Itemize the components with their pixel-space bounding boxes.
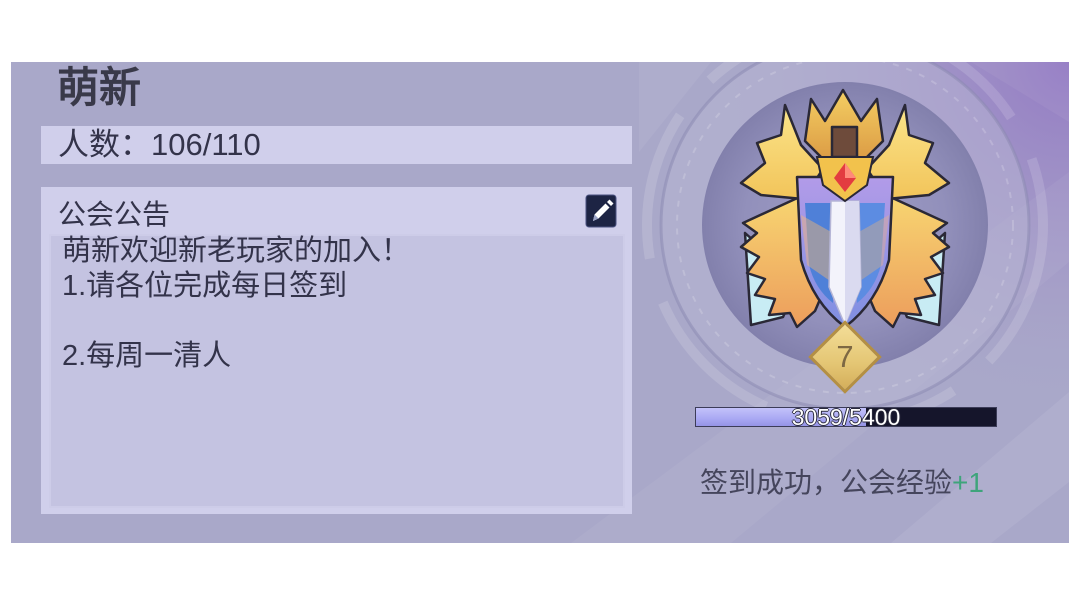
announcement-line xyxy=(62,304,410,339)
announcement-box: 公会公告 萌新欢迎新老玩家的加入！ 1.请各位完成每日签到 2.每周一清人 xyxy=(41,187,632,514)
member-count-bar: 人数：106/110 xyxy=(41,126,632,164)
crown-block xyxy=(830,125,859,159)
pencil-icon xyxy=(585,194,617,228)
announcement-line: 1.请各位完成每日签到 xyxy=(62,270,348,302)
announcement-lines: 萌新欢迎新老玩家的加入！ 1.请各位完成每日签到 2.每周一清人 xyxy=(62,234,410,374)
member-count-label: 人数： xyxy=(58,127,151,162)
member-count-value: 106/110 xyxy=(151,127,261,162)
checkin-reward: +1 xyxy=(952,467,984,498)
guild-name: 萌新 xyxy=(57,64,142,111)
guild-level-value: 7 xyxy=(836,339,854,374)
guild-info-panel: 萌新 人数：106/110 公会公告 萌新欢迎新老玩家的加入！ 1.请各位完成每… xyxy=(11,62,1069,543)
announcement-line: 2.每周一清人 xyxy=(62,340,232,372)
guild-exp-bar: 3059/5400 xyxy=(695,404,997,430)
announcement-line: 萌新欢迎新老玩家的加入！ xyxy=(62,235,411,267)
checkin-text: 签到成功，公会经验 xyxy=(700,467,953,498)
guild-emblem-icon xyxy=(739,88,951,329)
guild-info-screen: 萌新 人数：106/110 公会公告 萌新欢迎新老玩家的加入！ 1.请各位完成每… xyxy=(0,0,1080,606)
member-count: 人数：106/110 xyxy=(58,126,261,164)
announcement-title: 公会公告 xyxy=(58,199,171,230)
announcement-content: 萌新欢迎新老玩家的加入！ 1.请各位完成每日签到 2.每周一清人 xyxy=(49,234,625,508)
emblem-crown xyxy=(803,88,885,161)
checkin-message: 签到成功，公会经验+1 xyxy=(700,465,984,501)
edit-announcement-button[interactable] xyxy=(585,194,617,228)
guild-exp-label: 3059/5400 xyxy=(791,404,901,430)
